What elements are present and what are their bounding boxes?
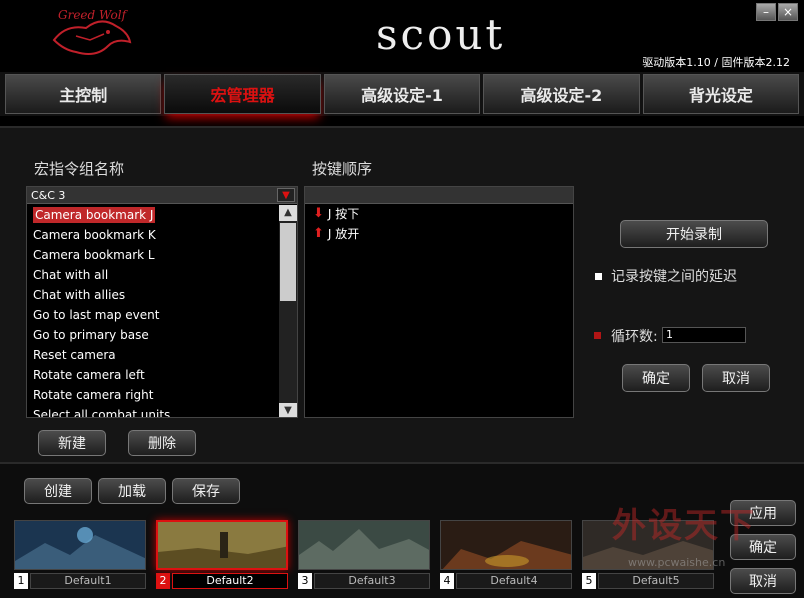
macro-list-scrollbar[interactable]: ▲ ▼ [279,205,297,417]
tab-main-control[interactable]: 主控制 [5,74,162,114]
list-item[interactable]: Go to last map event [27,305,279,325]
chevron-up-icon[interactable]: ▲ [279,205,297,221]
list-item[interactable]: Camera bookmark L [27,245,279,265]
save-profile-button[interactable]: 保存 [172,478,240,504]
profile-number: 5 [582,573,596,589]
tab-advanced-1[interactable]: 高级设定-1 [323,74,481,114]
start-record-button[interactable]: 开始录制 [620,220,768,248]
list-item[interactable]: Rotate camera left [27,365,279,385]
game-art-icon [158,522,286,568]
game-art-icon [299,521,429,569]
profile-number: 3 [298,573,312,589]
key-order-title: 按键顺序 [312,160,373,178]
loop-count-input[interactable]: 1 [662,327,746,343]
list-item[interactable]: Chat with all [27,265,279,285]
macro-items: Camera bookmark J Camera bookmark K Came… [27,205,279,417]
profile-name: Default3 [314,573,430,589]
macro-group-value: C&C 3 [31,189,66,202]
header: Greed Wolf scout – × 驱动版本1.10 / 固件版本2.12 [0,0,804,72]
list-item[interactable]: Camera bookmark K [27,225,279,245]
profile-name: Default5 [598,573,714,589]
key-sequence-list[interactable]: ⬇ J 按下 ⬆ J 放开 [304,186,574,418]
profile-thumbnail[interactable] [156,520,288,570]
watermark: 外设天下 [612,506,756,546]
logo-text: Greed Wolf [58,8,127,22]
tab-backlight[interactable]: 背光设定 [642,74,800,114]
cancel-button[interactable]: 取消 [730,568,796,594]
macro-group-dropdown[interactable]: C&C 3 ▼ [27,187,297,204]
version-text: 驱动版本1.10 / 固件版本2.12 [642,56,790,69]
arrow-up-icon: ⬆ [313,226,324,241]
profile-number: 2 [156,573,170,589]
loop-count-label: 循环数: [611,329,658,345]
scroll-thumb[interactable] [280,223,296,301]
macro-list[interactable]: C&C 3 ▼ Camera bookmark J Camera bookmar… [26,186,298,418]
list-item[interactable]: ⬇ J 按下 [305,204,573,224]
profile-slot-3[interactable]: 3 Default3 [298,520,430,594]
key-list-header [305,187,573,204]
list-item[interactable]: Go to primary base [27,325,279,345]
delete-macro-button[interactable]: 删除 [128,430,196,456]
brand-title: scout [376,10,506,59]
profile-number: 1 [14,573,28,589]
profile-slot-4[interactable]: 4 Default4 [440,520,572,594]
close-icon[interactable]: × [778,3,798,21]
profile-thumbnail[interactable] [298,520,430,570]
minimize-icon[interactable]: – [756,3,776,21]
profile-name: Default1 [30,573,146,589]
loop-count-checkbox[interactable] [594,332,601,339]
profile-slot-2[interactable]: 2 Default2 [156,520,288,594]
load-profile-button[interactable]: 加载 [98,478,166,504]
profile-thumbnail[interactable] [440,520,572,570]
watermark-url: www.pcwaishe.cn [628,556,726,569]
tab-advanced-2[interactable]: 高级设定-2 [483,74,640,114]
list-item[interactable]: Rotate camera right [27,385,279,405]
arrow-down-icon: ⬇ [313,206,324,221]
profile-name: Default4 [456,573,572,589]
list-item[interactable]: Select all combat units [27,405,279,417]
record-cancel-button[interactable]: 取消 [702,364,770,392]
record-ok-button[interactable]: 确定 [622,364,690,392]
chevron-down-icon[interactable]: ▼ [277,188,295,202]
chevron-down-icon[interactable]: ▼ [279,403,297,417]
game-art-icon [441,521,571,569]
profile-number: 4 [440,573,454,589]
game-art-icon [15,521,145,569]
create-profile-button[interactable]: 创建 [24,478,92,504]
tab-macro-manager[interactable]: 宏管理器 [164,74,321,114]
main-tabs: 主控制 宏管理器 高级设定-1 高级设定-2 背光设定 [0,72,804,116]
list-item[interactable]: Chat with allies [27,285,279,305]
profile-slot-1[interactable]: 1 Default1 [14,520,146,594]
profile-name: Default2 [172,573,288,589]
list-item[interactable]: ⬆ J 放开 [305,224,573,244]
list-item[interactable]: Reset camera [27,345,279,365]
macro-group-title: 宏指令组名称 [34,160,125,178]
record-delay-checkbox[interactable] [595,273,602,280]
list-item[interactable]: Camera bookmark J [27,205,279,225]
record-delay-label: 记录按键之间的延迟 [611,269,737,285]
profile-thumbnail[interactable] [14,520,146,570]
new-macro-button[interactable]: 新建 [38,430,106,456]
